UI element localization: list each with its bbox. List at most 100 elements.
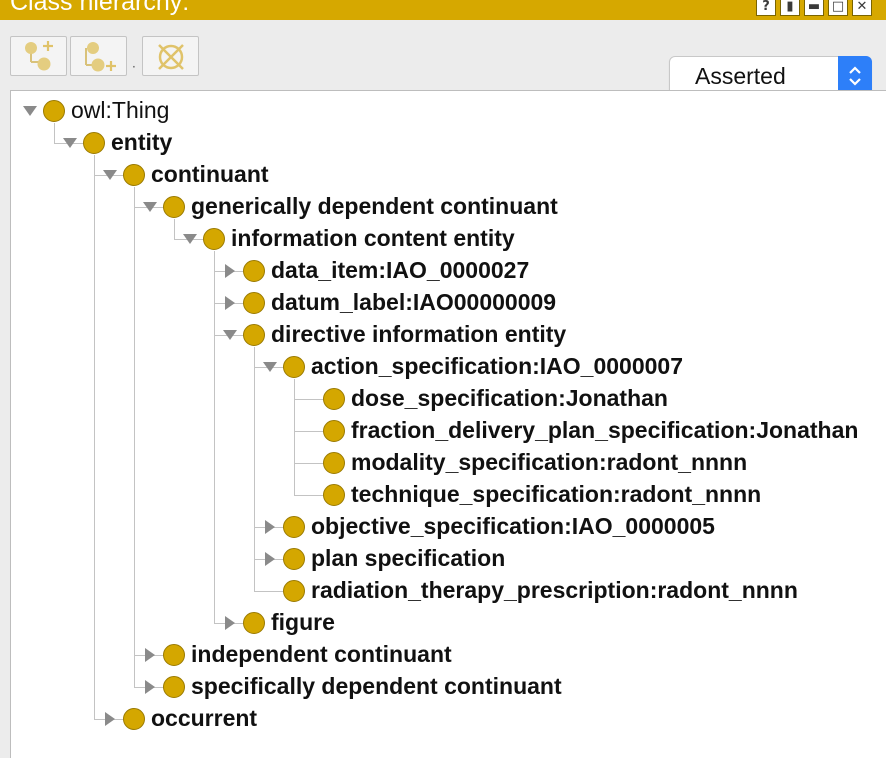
tree-node-label: figure	[271, 608, 335, 635]
add-subclass-icon	[25, 41, 53, 71]
title-bar: Class hierarchy: ? ▮ ▬ □ ✕	[0, 0, 886, 20]
class-icon	[243, 260, 265, 282]
delete-class-button[interactable]	[142, 36, 199, 76]
tree-node[interactable]: information content entity	[179, 223, 515, 255]
triangle-down-icon[interactable]	[139, 191, 161, 223]
tree-node[interactable]: continuant	[99, 159, 269, 191]
class-icon	[203, 228, 225, 250]
tree-node-label: action_specification:IAO_0000007	[311, 352, 683, 379]
triangle-right-icon[interactable]	[259, 543, 281, 575]
add-sibling-button[interactable]	[70, 36, 127, 76]
tree-node-label: objective_specification:IAO_0000005	[311, 512, 715, 539]
tree-node[interactable]: owl:Thing	[19, 95, 169, 127]
class-icon	[283, 516, 305, 538]
class-icon	[323, 420, 345, 442]
add-sibling-icon	[85, 42, 116, 72]
triangle-right-icon[interactable]	[219, 287, 241, 319]
tree-node-label: independent continuant	[191, 640, 452, 667]
tree-node[interactable]: directive information entity	[219, 319, 566, 351]
tree-connector	[134, 187, 135, 687]
select-value: Asserted	[695, 63, 786, 89]
class-icon	[243, 324, 265, 346]
class-icon	[283, 548, 305, 570]
minimize-icon[interactable]: ▬	[804, 0, 824, 16]
triangle-right-icon[interactable]	[259, 511, 281, 543]
pin-icon[interactable]: ▮	[780, 0, 800, 16]
tree-node-label: radiation_therapy_prescription:radont_nn…	[311, 576, 798, 603]
tree-node[interactable]: generically dependent continuant	[139, 191, 558, 223]
close-icon[interactable]: ✕	[852, 0, 872, 16]
class-icon	[243, 612, 265, 634]
triangle-right-icon[interactable]	[139, 639, 161, 671]
triangle-down-icon[interactable]	[179, 223, 201, 255]
triangle-down-icon[interactable]	[99, 159, 121, 191]
toolbar: · Asserted	[0, 20, 886, 96]
tree-node[interactable]: objective_specification:IAO_0000005	[259, 511, 715, 543]
class-tree[interactable]: owl:Thing entity continuant generically dep…	[10, 90, 886, 758]
triangle-down-icon[interactable]	[219, 319, 241, 351]
tree-node-label: generically dependent continuant	[191, 192, 558, 219]
class-icon	[123, 708, 145, 730]
tree-node-label: technique_specification:radont_nnnn	[351, 480, 762, 507]
class-icon	[163, 644, 185, 666]
tree-node[interactable]: action_specification:IAO_0000007	[259, 351, 683, 383]
help-icon[interactable]: ?	[756, 0, 776, 16]
class-icon	[283, 580, 305, 602]
tree-connector	[254, 347, 255, 591]
tree-node[interactable]: plan specification	[259, 543, 505, 575]
triangle-right-icon[interactable]	[219, 255, 241, 287]
triangle-right-icon[interactable]	[219, 607, 241, 639]
tree-node[interactable]: fraction_delivery_plan_specification:Jon…	[299, 415, 858, 447]
class-icon	[323, 388, 345, 410]
tree-connector	[94, 155, 95, 719]
tree-node-label: modality_specification:radont_nnnn	[351, 448, 748, 475]
panel-title: Class hierarchy:	[10, 0, 190, 16]
triangle-down-icon[interactable]	[59, 127, 81, 159]
triangle-right-icon[interactable]	[99, 703, 121, 735]
window-controls: ? ▮ ▬ □ ✕	[756, 0, 872, 16]
delete-class-icon	[158, 44, 184, 70]
add-subclass-button[interactable]	[10, 36, 67, 76]
tree-node[interactable]: specifically dependent continuant	[139, 671, 562, 703]
tree-node[interactable]: data_item:IAO_0000027	[219, 255, 529, 287]
triangle-down-icon[interactable]	[259, 351, 281, 383]
triangle-right-icon[interactable]	[139, 671, 161, 703]
tree-node-label: datum_label:IAO00000009	[271, 288, 557, 315]
tree-node-label: information content entity	[231, 224, 515, 251]
tree-node[interactable]: figure	[219, 607, 335, 639]
tree-node[interactable]: datum_label:IAO00000009	[219, 287, 556, 319]
tree-node-label: data_item:IAO_0000027	[271, 256, 530, 283]
tree-node[interactable]: independent continuant	[139, 639, 452, 671]
tree-connector	[294, 379, 295, 495]
class-icon	[283, 356, 305, 378]
tree-node-label: fraction_delivery_plan_specification:Jon…	[351, 416, 859, 443]
maximize-icon[interactable]: □	[828, 0, 848, 16]
class-icon	[123, 164, 145, 186]
tree-node-label: specifically dependent continuant	[191, 672, 562, 699]
tree-node-label: occurrent	[151, 704, 258, 731]
tree-node[interactable]: modality_specification:radont_nnnn	[299, 447, 747, 479]
class-icon	[163, 676, 185, 698]
tree-node-label: continuant	[151, 160, 269, 187]
tree-node[interactable]: entity	[59, 127, 172, 159]
tree-node-label: dose_specification:Jonathan	[351, 384, 668, 411]
triangle-down-icon[interactable]	[19, 95, 41, 127]
tree-node[interactable]: radiation_therapy_prescription:radont_nn…	[259, 575, 798, 607]
class-icon	[323, 452, 345, 474]
tree-node-label: owl:Thing	[71, 96, 170, 123]
tree-node[interactable]: technique_specification:radont_nnnn	[299, 479, 761, 511]
class-icon	[323, 484, 345, 506]
toolbar-separator: ·	[132, 60, 136, 74]
class-icon	[43, 100, 65, 122]
class-icon	[163, 196, 185, 218]
tree-node-label: plan specification	[311, 544, 506, 571]
tree-connector	[214, 251, 215, 623]
tree-node[interactable]: dose_specification:Jonathan	[299, 383, 668, 415]
tree-node[interactable]: occurrent	[99, 703, 257, 735]
tree-node-label: directive information entity	[271, 320, 567, 347]
